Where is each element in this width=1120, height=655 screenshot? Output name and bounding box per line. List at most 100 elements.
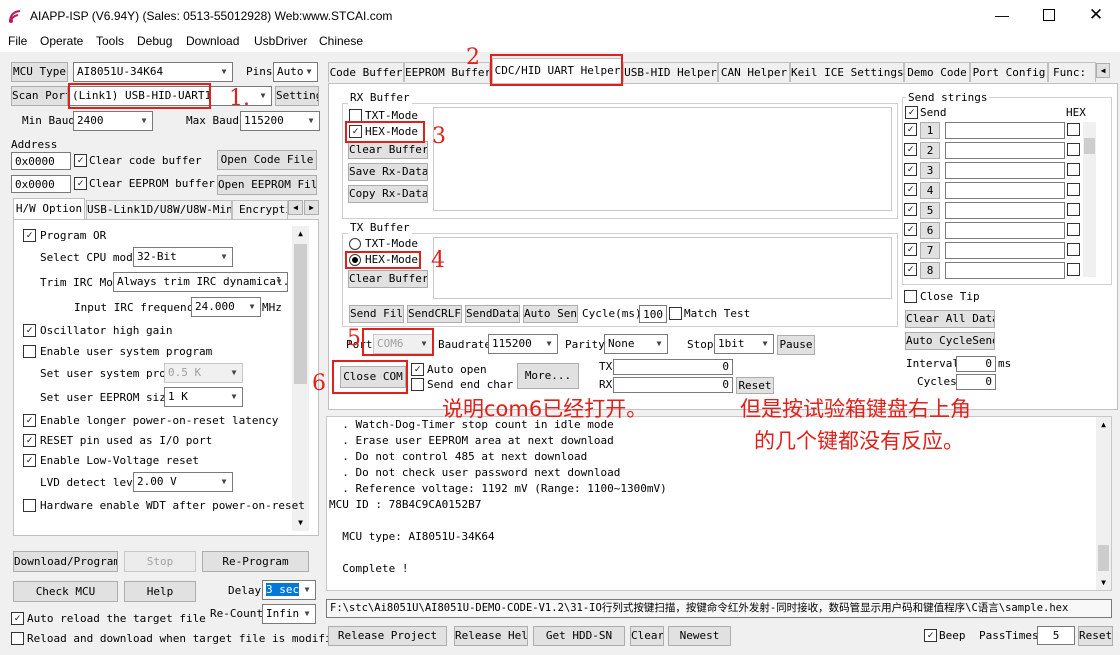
trim-irc-select[interactable]: Always trim IRC dynamical. ▼	[113, 272, 288, 292]
send-row-button[interactable]: 4	[920, 182, 940, 199]
send-row-button[interactable]: 8	[920, 262, 940, 279]
scroll-up-icon[interactable]: ▲	[292, 226, 309, 242]
send-row-input[interactable]	[945, 122, 1065, 139]
menu-usbdriver[interactable]: UsbDriver	[254, 34, 307, 48]
tab-hw-option[interactable]: H/W Option	[13, 198, 85, 220]
scrollbar-thumb[interactable]	[1084, 138, 1095, 154]
mcu-type-button[interactable]: MCU Type	[11, 62, 68, 82]
send-row-hex-checkbox[interactable]	[1067, 143, 1080, 156]
hw-wdt-checkbox[interactable]	[23, 499, 36, 512]
scan-port-button[interactable]: Scan Port	[11, 86, 68, 106]
reset-pin-checkbox[interactable]: ✓	[23, 434, 36, 447]
scroll-up-icon[interactable]: ▲	[1096, 417, 1111, 432]
input-irc-select[interactable]: 24.000 ▼	[191, 297, 261, 317]
log-scrollbar[interactable]: ▲ ▼	[1096, 417, 1111, 590]
menu-operate[interactable]: Operate	[40, 34, 83, 48]
tab-port-config[interactable]: Port Config	[970, 62, 1048, 82]
longer-power-checkbox[interactable]: ✓	[23, 414, 36, 427]
get-hdd-sn-button[interactable]: Get HDD-SN	[533, 626, 625, 646]
max-baud-select[interactable]: 115200 ▼	[240, 111, 320, 131]
rx-save-button[interactable]: Save Rx-Data	[348, 163, 428, 181]
cpu-mode-select[interactable]: 32-Bit ▼	[133, 247, 233, 267]
send-row-button[interactable]: 2	[920, 142, 940, 159]
send-row-hex-checkbox[interactable]	[1067, 123, 1080, 136]
send-file-button[interactable]: Send File	[349, 305, 404, 323]
code-address-input[interactable]: 0x0000	[11, 152, 71, 170]
send-row-button[interactable]: 1	[920, 122, 940, 139]
set-user-eeprom-select[interactable]: 1 K ▼	[164, 387, 243, 407]
beep-checkbox[interactable]: ✓	[924, 629, 937, 642]
send-row-checkbox[interactable]: ✓	[904, 263, 917, 276]
rx-copy-button[interactable]: Copy Rx-Data	[348, 185, 428, 203]
send-row-checkbox[interactable]: ✓	[904, 243, 917, 256]
send-row-input[interactable]	[945, 262, 1065, 279]
parity-select[interactable]: None ▼	[604, 334, 668, 354]
send-row-checkbox[interactable]: ✓	[904, 143, 917, 156]
tab-demo-code[interactable]: Demo Code	[904, 62, 970, 82]
scroll-down-icon[interactable]: ▼	[1096, 575, 1111, 590]
close-tip-checkbox[interactable]	[904, 290, 917, 303]
reset-pass-button[interactable]: Reset	[1078, 626, 1113, 646]
send-row-hex-checkbox[interactable]	[1067, 243, 1080, 256]
reload-download-checkbox[interactable]	[11, 632, 24, 645]
more-button[interactable]: More...	[517, 363, 579, 389]
send-row-checkbox[interactable]: ✓	[904, 223, 917, 236]
tab-func[interactable]: Func:	[1048, 62, 1096, 82]
auto-send-button[interactable]: Auto Send	[523, 305, 578, 323]
interval-input[interactable]: 0	[956, 356, 996, 372]
scroll-down-icon[interactable]: ▼	[292, 515, 309, 531]
clear-all-data-button[interactable]: Clear All Data	[905, 310, 995, 328]
tab-scroll-right-icon[interactable]: ▶	[304, 200, 319, 215]
send-row-input[interactable]	[945, 182, 1065, 199]
match-test-checkbox[interactable]	[669, 307, 682, 320]
menu-download[interactable]: Download	[186, 34, 239, 48]
send-crlf-button[interactable]: SendCRLF	[407, 305, 462, 323]
tx-clear-buffer-button[interactable]: Clear Buffer	[348, 270, 428, 288]
auto-cycle-send-button[interactable]: Auto CycleSend	[905, 332, 995, 350]
send-row-input[interactable]	[945, 222, 1065, 239]
scrollbar-thumb[interactable]	[294, 244, 307, 384]
cycles-input[interactable]: 0	[956, 374, 996, 390]
check-mcu-button[interactable]: Check MCU	[13, 581, 118, 602]
send-row-button[interactable]: 6	[920, 222, 940, 239]
osc-gain-checkbox[interactable]: ✓	[23, 324, 36, 337]
stop-button[interactable]: Stop	[124, 551, 196, 572]
tx-text-area[interactable]	[433, 237, 892, 299]
send-row-input[interactable]	[945, 242, 1065, 259]
tx-txt-mode-radio[interactable]	[349, 238, 361, 250]
download-program-button[interactable]: Download/Program	[13, 551, 118, 572]
min-baud-select[interactable]: 2400 ▼	[73, 111, 153, 131]
pass-times-input[interactable]: 5	[1037, 626, 1075, 645]
recount-select[interactable]: Infin ▼	[262, 604, 316, 624]
tab-code-buffer[interactable]: Code Buffer	[328, 62, 404, 82]
tab-keil-ice[interactable]: Keil ICE Settings	[790, 62, 904, 82]
reset-count-button[interactable]: Reset	[736, 377, 774, 394]
release-project-button[interactable]: Release Project	[328, 626, 447, 646]
output-log[interactable]: . Watch-Dog-Timer stop count in idle mod…	[326, 416, 1112, 591]
send-row-hex-checkbox[interactable]	[1067, 183, 1080, 196]
tab-usb-link[interactable]: USB-Link1D/U8W/U8W-Mini	[86, 200, 232, 219]
pins-select[interactable]: Auto ▼	[273, 62, 318, 82]
cycle-input[interactable]: 100	[639, 305, 667, 323]
send-row-input[interactable]	[945, 162, 1065, 179]
menu-debug[interactable]: Debug	[137, 34, 172, 48]
menu-tools[interactable]: Tools	[96, 34, 124, 48]
send-row-checkbox[interactable]: ✓	[904, 123, 917, 136]
tab-scroll-left-icon[interactable]: ◀	[288, 200, 303, 215]
low-voltage-checkbox[interactable]: ✓	[23, 454, 36, 467]
send-strings-scrollbar[interactable]	[1083, 122, 1096, 277]
send-row-button[interactable]: 5	[920, 202, 940, 219]
send-row-input[interactable]	[945, 142, 1065, 159]
send-row-hex-checkbox[interactable]	[1067, 163, 1080, 176]
send-row-button[interactable]: 7	[920, 242, 940, 259]
eeprom-address-input[interactable]: 0x0000	[11, 175, 71, 193]
auto-open-checkbox[interactable]: ✓	[411, 363, 424, 376]
maximize-icon[interactable]	[1043, 9, 1055, 21]
send-row-button[interactable]: 3	[920, 162, 940, 179]
send-row-checkbox[interactable]: ✓	[904, 203, 917, 216]
right-tab-scroll-left-icon[interactable]: ◀	[1096, 63, 1110, 78]
scrollbar-thumb[interactable]	[1098, 545, 1109, 571]
clear-log-button[interactable]: Clear	[630, 626, 664, 646]
send-row-hex-checkbox[interactable]	[1067, 263, 1080, 276]
setting-button[interactable]: Setting	[275, 86, 319, 106]
